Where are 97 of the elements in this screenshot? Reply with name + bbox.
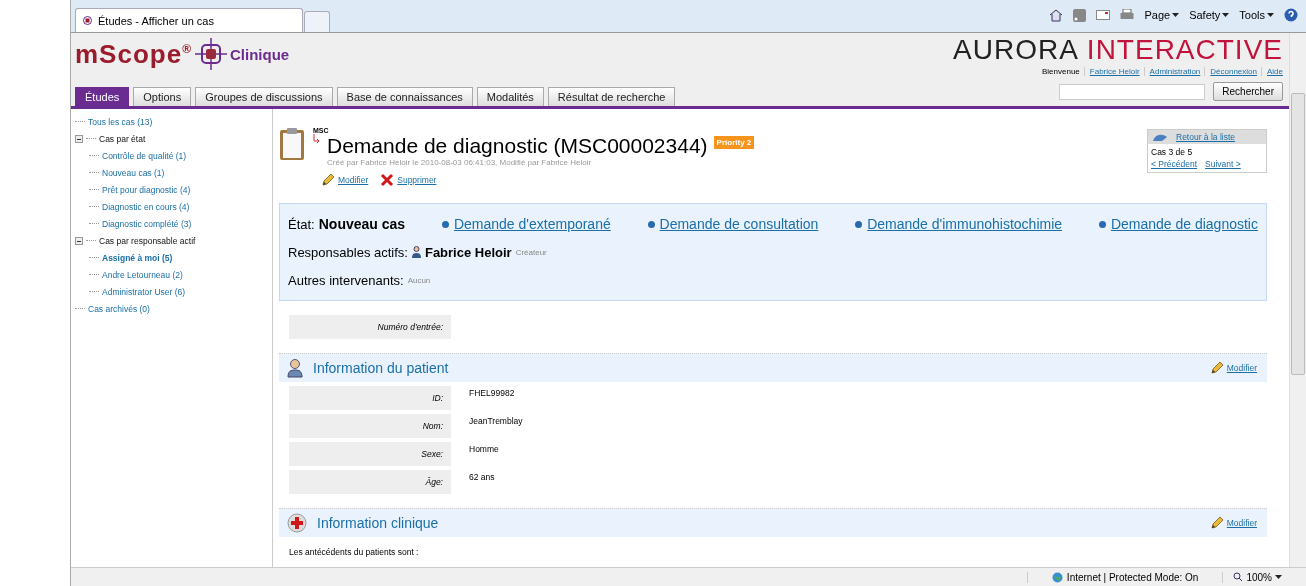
tree-item[interactable]: Assigné à moi (5) — [102, 252, 173, 263]
nav-tab[interactable]: Base de connaissances — [336, 87, 473, 106]
pencil-icon — [321, 173, 335, 187]
toolbar-menu[interactable]: Tools — [1239, 9, 1274, 21]
toolbar-menu[interactable]: Safety — [1189, 9, 1230, 21]
printer-icon[interactable] — [1120, 9, 1135, 21]
scrollbar-thumb[interactable] — [1291, 93, 1305, 375]
pencil-icon — [1209, 361, 1224, 375]
globe-icon — [1051, 571, 1063, 583]
responsible-name: Fabrice Heloir — [424, 244, 512, 260]
section-title: Information clinique — [317, 515, 440, 531]
person-icon — [411, 246, 421, 258]
field-label: ID: — [289, 386, 451, 410]
mail-icon[interactable] — [1096, 10, 1111, 20]
help-icon[interactable] — [1284, 8, 1298, 22]
request-link[interactable]: Demande d'immunohistochimie — [867, 216, 1063, 232]
caret-icon[interactable] — [1222, 13, 1230, 17]
tree-item[interactable]: Prêt pour diagnostic (4) — [102, 184, 191, 195]
company-logo: AURORA INTERACTIVE — [953, 35, 1283, 65]
nav-tab[interactable]: Modalités — [476, 87, 544, 106]
case-meta: Créé par Fabrice Heloir le 2010-08-03 06:41:03, Modifié par Fabrice Heloir — [327, 158, 593, 167]
field-label: Numéro d'entrée: — [289, 315, 451, 339]
bullet-icon — [1098, 220, 1106, 228]
header-link[interactable]: Administration — [1143, 67, 1201, 76]
nav-tab[interactable]: Études — [75, 87, 130, 106]
caret-icon[interactable] — [1267, 13, 1274, 17]
tree-item[interactable]: Contrôle de qualité (1) — [102, 150, 187, 161]
others-label: Autres intervenants: — [288, 272, 404, 288]
crosshair-icon — [82, 15, 93, 26]
arrow-icon — [313, 134, 321, 144]
crosshair-icon — [194, 37, 228, 71]
request-link[interactable]: Demande de consultation — [659, 216, 819, 232]
caret-icon[interactable] — [1275, 575, 1282, 579]
field-label: Nom: — [289, 414, 451, 438]
search-field[interactable] — [1059, 83, 1206, 100]
field-value: FHEL99982 — [469, 387, 515, 400]
others-value: Aucun — [407, 275, 431, 285]
section-text: Les antécédents du patients sont : — [289, 547, 420, 557]
person-icon — [287, 358, 303, 378]
collapse-toggle[interactable] — [75, 236, 83, 245]
pencil-icon — [1209, 516, 1224, 530]
feed-icon[interactable] — [1073, 8, 1087, 22]
edit-link[interactable]: Modifier — [1209, 361, 1257, 375]
field-value: Homme — [469, 443, 499, 456]
priority-badge: Priority 2 — [713, 136, 755, 149]
collapse-toggle[interactable] — [75, 134, 83, 143]
state-label: État: — [288, 217, 315, 232]
edit-link[interactable]: Modifier — [1209, 516, 1257, 530]
field-label: Sexe: — [289, 442, 451, 466]
previous-link[interactable]: < Précédent — [1151, 159, 1198, 169]
tree-item[interactable]: Nouveau cas (1) — [102, 167, 165, 178]
product-suffix: Clinique — [230, 45, 290, 63]
medical-cross-icon — [287, 513, 307, 533]
nav-tab[interactable]: Groupes de discussions — [195, 87, 333, 106]
role-text: Créateur — [515, 247, 547, 257]
delete-icon — [380, 173, 395, 187]
bullet-icon — [647, 220, 655, 228]
clipboard-icon — [279, 127, 305, 161]
toolbar-menu[interactable]: Page — [1144, 9, 1180, 21]
nav-tab[interactable]: Options — [133, 87, 192, 106]
tree-group-label[interactable]: Cas par responsable actif — [99, 235, 196, 246]
request-link[interactable]: Demande d'extemporané — [453, 216, 611, 232]
bullet-icon — [441, 220, 449, 228]
field-value: 62 ans — [469, 471, 495, 484]
tree-item[interactable]: Administrator User (6) — [102, 286, 186, 297]
zoom-icon[interactable] — [1233, 572, 1244, 582]
responsible-label: Responsables actifs: — [288, 244, 408, 260]
tree-item[interactable]: Diagnostic en cours (4) — [102, 201, 190, 212]
section-title: Information du patient — [313, 360, 450, 376]
next-link[interactable]: Suivant > — [1205, 159, 1241, 169]
zoom-level[interactable]: 100% — [1246, 571, 1272, 583]
search-button[interactable]: Rechercher — [1213, 82, 1283, 101]
case-position: Cas 3 de 5 — [1151, 147, 1194, 157]
caret-icon[interactable] — [1172, 13, 1180, 17]
browser-tab[interactable]: Études - Afficher un cas — [75, 8, 303, 32]
state-value: Nouveau cas — [318, 216, 406, 232]
field-value: JeanTremblay — [469, 415, 523, 428]
tree-item[interactable]: Diagnostic complété (3) — [102, 218, 192, 229]
bullet-icon — [855, 220, 863, 228]
product-logo: mScope$^{®}$ — [75, 38, 192, 70]
case-title: Demande de diagnostic (MSC00002344) — [327, 134, 708, 158]
security-zone: Internet | Protected Mode: On — [1066, 571, 1199, 583]
nav-tab[interactable]: Résultat de recherche — [547, 87, 676, 106]
welcome-text: Bienvenue — [1042, 67, 1080, 76]
edit-link[interactable]: Modifier — [321, 173, 369, 187]
tree-item[interactable]: Andre Letourneau (2) — [102, 269, 183, 280]
delete-link[interactable]: Supprimer — [380, 173, 437, 187]
home-icon[interactable] — [1049, 8, 1064, 22]
tree-item[interactable]: Cas archivés (0) — [88, 303, 150, 314]
header-link[interactable]: Déconnexion — [1204, 67, 1257, 76]
header-link[interactable]: Fabrice Heloir — [1083, 67, 1140, 76]
field-label: Âge: — [289, 470, 451, 494]
header-link[interactable]: Aide — [1261, 67, 1283, 76]
tree-item[interactable]: Tous les cas (13) — [88, 116, 153, 127]
tree-group-label[interactable]: Cas par état — [99, 133, 146, 144]
request-link[interactable]: Demande de diagnostic — [1110, 216, 1258, 232]
back-arrow-icon — [1152, 132, 1168, 142]
